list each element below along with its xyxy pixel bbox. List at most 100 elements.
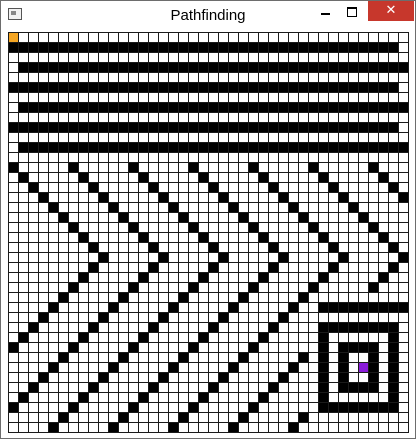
grid-cell[interactable] — [38, 252, 49, 263]
wall-cell[interactable] — [178, 212, 189, 223]
grid-cell[interactable] — [248, 292, 259, 303]
wall-cell[interactable] — [298, 62, 309, 73]
grid-cell[interactable] — [248, 112, 259, 123]
wall-cell[interactable] — [278, 252, 289, 263]
grid-cell[interactable] — [348, 162, 359, 173]
grid-cell[interactable] — [298, 252, 309, 263]
grid-cell[interactable] — [98, 112, 109, 123]
grid-cell[interactable] — [398, 362, 409, 373]
grid-cell[interactable] — [48, 52, 59, 63]
grid-cell[interactable] — [328, 202, 339, 213]
grid-cell[interactable] — [338, 282, 349, 293]
grid-cell[interactable] — [208, 132, 219, 143]
grid-cell[interactable] — [8, 412, 19, 423]
wall-cell[interactable] — [338, 192, 349, 203]
grid-cell[interactable] — [108, 152, 119, 163]
grid-cell[interactable] — [8, 72, 19, 83]
grid-cell[interactable] — [268, 92, 279, 103]
grid-cell[interactable] — [378, 162, 389, 173]
wall-cell[interactable] — [168, 42, 179, 53]
grid-cell[interactable] — [188, 182, 199, 193]
grid-cell[interactable] — [328, 52, 339, 63]
grid-cell[interactable] — [88, 332, 99, 343]
wall-cell[interactable] — [398, 62, 409, 73]
grid-cell[interactable] — [378, 352, 389, 363]
wall-cell[interactable] — [308, 162, 319, 173]
grid-cell[interactable] — [398, 212, 409, 223]
grid-cell[interactable] — [158, 202, 169, 213]
goal-cell[interactable] — [358, 362, 369, 373]
grid-cell[interactable] — [58, 252, 69, 263]
grid-cell[interactable] — [138, 92, 149, 103]
grid-cell[interactable] — [218, 132, 229, 143]
grid-cell[interactable] — [198, 412, 209, 423]
grid-cell[interactable] — [238, 252, 249, 263]
grid-cell[interactable] — [328, 152, 339, 163]
grid-cell[interactable] — [338, 332, 349, 343]
wall-cell[interactable] — [58, 142, 69, 153]
grid-cell[interactable] — [348, 212, 359, 223]
grid-cell[interactable] — [98, 422, 109, 433]
grid-cell[interactable] — [168, 242, 179, 253]
grid-cell[interactable] — [68, 192, 79, 203]
grid-cell[interactable] — [338, 92, 349, 103]
wall-cell[interactable] — [248, 62, 259, 73]
wall-cell[interactable] — [318, 302, 329, 313]
grid-cell[interactable] — [258, 152, 269, 163]
grid-cell[interactable] — [88, 152, 99, 163]
grid-cell[interactable] — [98, 132, 109, 143]
wall-cell[interactable] — [278, 312, 289, 323]
wall-cell[interactable] — [338, 402, 349, 413]
grid-cell[interactable] — [88, 162, 99, 173]
grid-cell[interactable] — [158, 52, 169, 63]
grid-cell[interactable] — [278, 412, 289, 423]
wall-cell[interactable] — [318, 232, 329, 243]
grid-cell[interactable] — [168, 272, 179, 283]
grid-cell[interactable] — [318, 162, 329, 173]
grid-cell[interactable] — [18, 342, 29, 353]
grid-cell[interactable] — [188, 332, 199, 343]
grid-cell[interactable] — [378, 72, 389, 83]
grid-cell[interactable] — [78, 252, 89, 263]
grid-cell[interactable] — [158, 382, 169, 393]
grid-cell[interactable] — [378, 222, 389, 233]
grid-cell[interactable] — [368, 262, 379, 273]
grid-cell[interactable] — [308, 212, 319, 223]
grid-cell[interactable] — [18, 202, 29, 213]
grid-cell[interactable] — [118, 242, 129, 253]
wall-cell[interactable] — [168, 102, 179, 113]
grid-cell[interactable] — [218, 382, 229, 393]
grid-cell[interactable] — [48, 192, 59, 203]
wall-cell[interactable] — [388, 182, 399, 193]
grid-cell[interactable] — [228, 152, 239, 163]
grid-cell[interactable] — [168, 382, 179, 393]
grid-cell[interactable] — [148, 352, 159, 363]
grid-cell[interactable] — [358, 172, 369, 183]
grid-cell[interactable] — [148, 402, 159, 413]
grid-cell[interactable] — [268, 252, 279, 263]
wall-cell[interactable] — [88, 142, 99, 153]
grid-cell[interactable] — [58, 172, 69, 183]
grid-cell[interactable] — [328, 222, 339, 233]
wall-cell[interactable] — [318, 102, 329, 113]
grid-cell[interactable] — [298, 72, 309, 83]
wall-cell[interactable] — [218, 192, 229, 203]
grid-cell[interactable] — [228, 162, 239, 173]
wall-cell[interactable] — [278, 62, 289, 73]
grid-cell[interactable] — [238, 382, 249, 393]
grid-cell[interactable] — [338, 202, 349, 213]
wall-cell[interactable] — [338, 142, 349, 153]
grid-cell[interactable] — [198, 382, 209, 393]
grid-cell[interactable] — [8, 212, 19, 223]
wall-cell[interactable] — [178, 122, 189, 133]
grid-cell[interactable] — [148, 362, 159, 373]
grid-cell[interactable] — [168, 192, 179, 203]
grid-cell[interactable] — [68, 362, 79, 373]
wall-cell[interactable] — [318, 362, 329, 373]
grid-cell[interactable] — [88, 32, 99, 43]
grid-cell[interactable] — [78, 402, 89, 413]
grid-cell[interactable] — [188, 192, 199, 203]
wall-cell[interactable] — [178, 62, 189, 73]
wall-cell[interactable] — [338, 382, 349, 393]
wall-cell[interactable] — [58, 412, 69, 423]
